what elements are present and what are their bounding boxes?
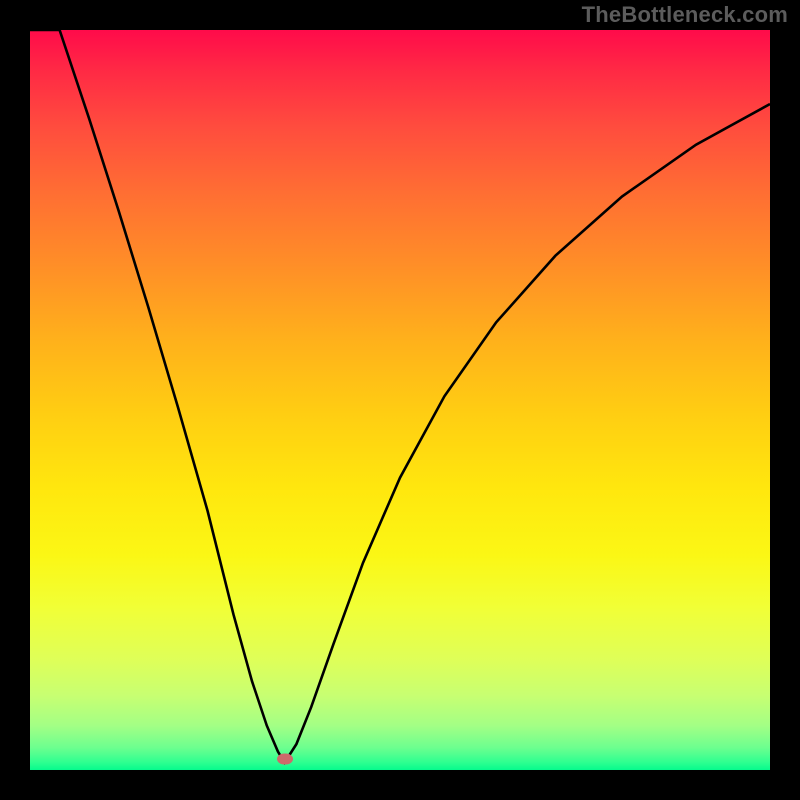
plot-area [30, 30, 770, 770]
chart-frame: TheBottleneck.com [0, 0, 800, 800]
mismatch-curve [30, 30, 770, 770]
watermark-text: TheBottleneck.com [582, 2, 788, 28]
curve-path [30, 30, 770, 763]
optimum-marker [277, 753, 293, 764]
